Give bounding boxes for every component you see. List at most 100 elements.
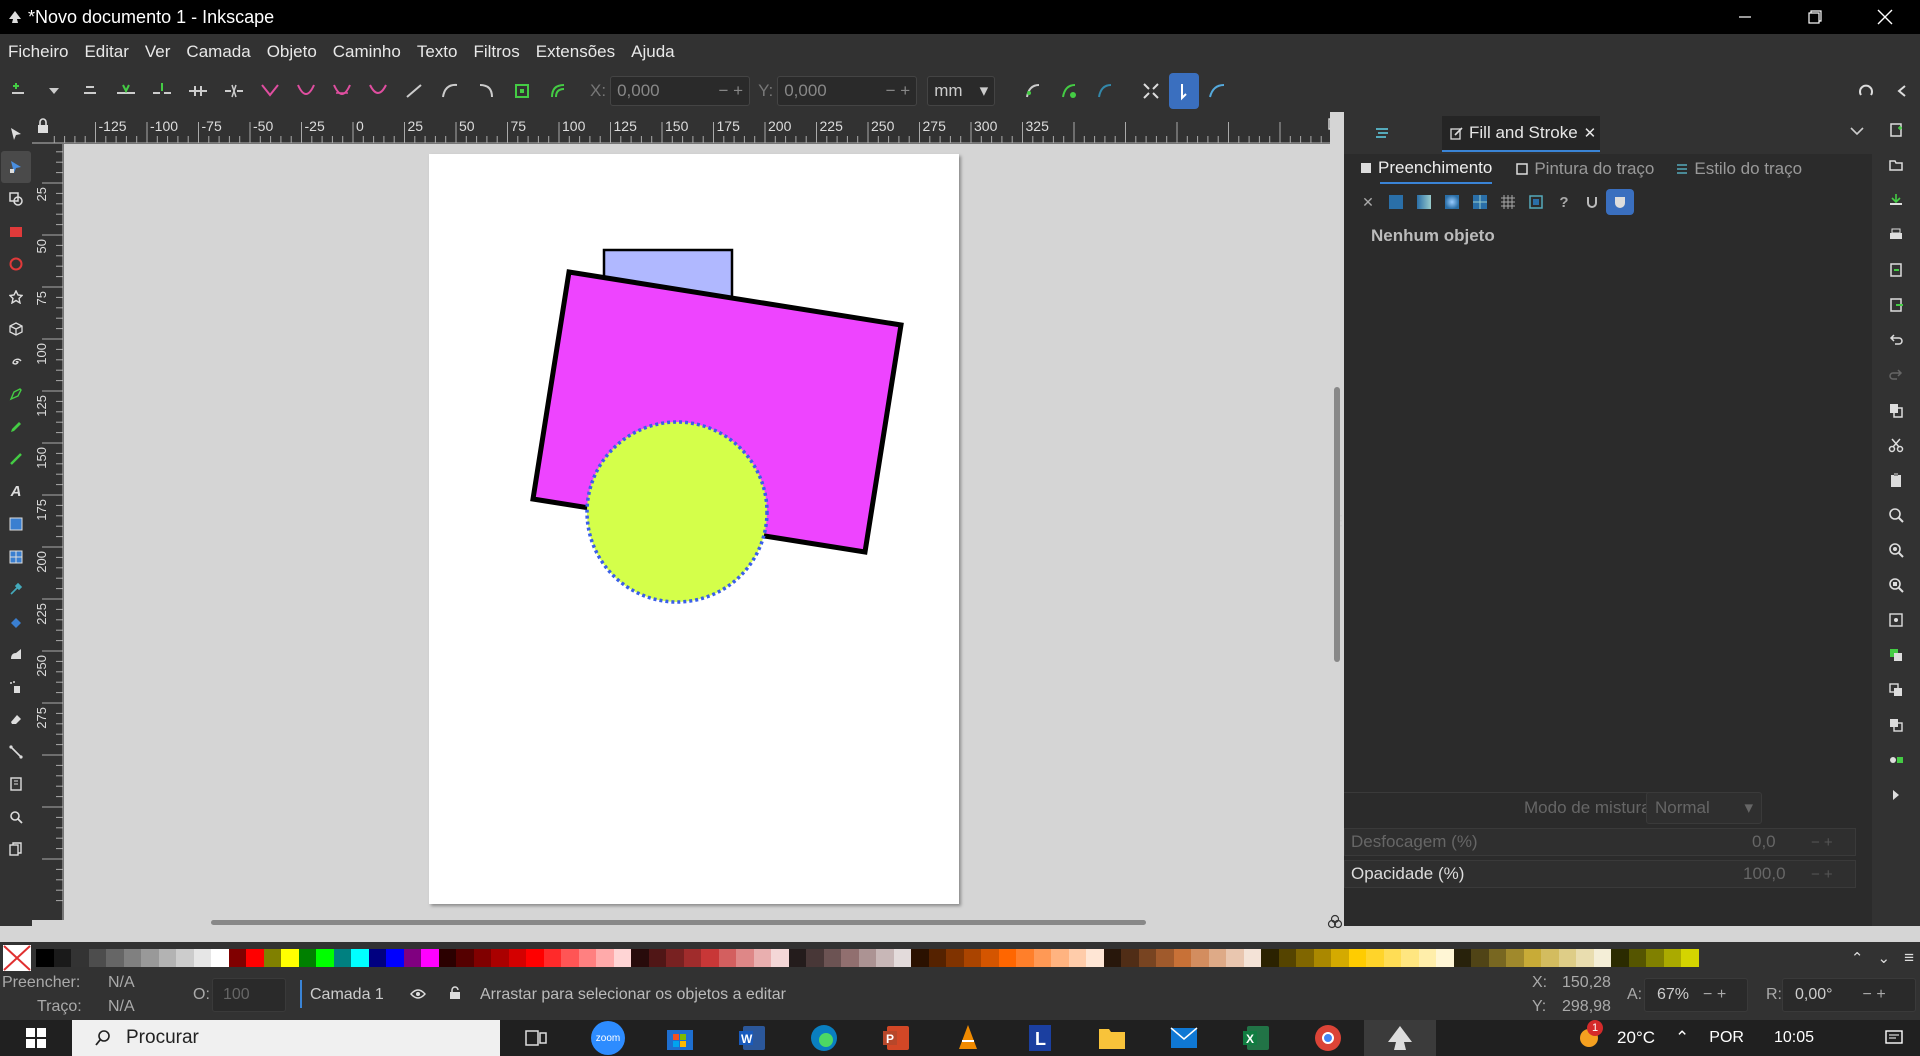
color-swatch[interactable] xyxy=(806,949,824,967)
print-icon[interactable] xyxy=(1876,217,1916,252)
show-path-outline-button[interactable] xyxy=(1169,73,1200,109)
dropper-tool-icon[interactable] xyxy=(1,573,31,606)
snap-toggle-button[interactable] xyxy=(1848,73,1884,109)
color-swatch[interactable] xyxy=(753,949,771,967)
windows-start-icon[interactable] xyxy=(0,1020,72,1056)
tab-fill[interactable]: Preenchimento xyxy=(1361,154,1493,184)
import-icon[interactable] xyxy=(1876,252,1916,287)
document-page[interactable] xyxy=(429,154,959,904)
color-swatch[interactable] xyxy=(1278,949,1296,967)
color-swatch[interactable] xyxy=(141,949,159,967)
zoom-app-icon[interactable]: zoom xyxy=(572,1020,644,1056)
color-swatch[interactable] xyxy=(1261,949,1279,967)
color-swatch[interactable] xyxy=(1103,949,1121,967)
color-swatch[interactable] xyxy=(578,949,596,967)
notifications-icon[interactable] xyxy=(1884,1029,1904,1047)
color-swatch[interactable] xyxy=(1436,949,1454,967)
color-swatch[interactable] xyxy=(263,949,281,967)
color-swatch[interactable] xyxy=(1576,949,1594,967)
mesh-tool-icon[interactable] xyxy=(1,541,31,574)
palette-scroll-up-icon[interactable]: ⌃ xyxy=(1851,949,1864,967)
path-handles-button[interactable] xyxy=(1199,73,1235,109)
stroke-to-path-button[interactable] xyxy=(504,73,540,109)
excel-icon[interactable]: X xyxy=(1220,1020,1292,1056)
connector-tool-icon[interactable] xyxy=(1,736,31,769)
color-manage-icon[interactable] xyxy=(1327,914,1343,930)
fill-rule-evenodd-icon[interactable] xyxy=(1578,189,1606,215)
spiral-tool-icon[interactable] xyxy=(1,346,31,379)
stroke-indicator-value[interactable]: N/A xyxy=(108,998,135,1016)
y-stepper[interactable]: − + xyxy=(886,81,911,101)
color-swatch[interactable] xyxy=(421,949,439,967)
menu-extensions[interactable]: Extensões xyxy=(536,42,615,62)
color-swatch[interactable] xyxy=(1663,949,1681,967)
color-swatch[interactable] xyxy=(1243,949,1261,967)
color-swatch[interactable] xyxy=(333,949,351,967)
rotate-input[interactable]: 0,00° − + xyxy=(1782,978,1916,1012)
group-icon[interactable] xyxy=(1876,742,1916,777)
no-paint-icon[interactable]: ✕ xyxy=(1354,189,1382,215)
layer-visibility-icon[interactable] xyxy=(410,988,426,1000)
tweak-tool-icon[interactable] xyxy=(1,638,31,671)
redo-icon[interactable] xyxy=(1876,357,1916,392)
save-icon[interactable] xyxy=(1876,182,1916,217)
canvas[interactable] xyxy=(64,144,1330,914)
color-swatch[interactable] xyxy=(456,949,474,967)
current-layer-label[interactable]: Camada 1 xyxy=(310,986,384,1004)
color-swatch[interactable] xyxy=(648,949,666,967)
spray-tool-icon[interactable] xyxy=(1,671,31,704)
color-swatch[interactable] xyxy=(1208,949,1226,967)
edge-icon[interactable] xyxy=(788,1020,860,1056)
pattern-icon[interactable] xyxy=(1494,189,1522,215)
palette-scroll-down-icon[interactable]: ⌄ xyxy=(1878,949,1891,967)
layer-lock-icon[interactable] xyxy=(449,986,461,1000)
color-swatch[interactable] xyxy=(228,949,246,967)
color-swatch[interactable] xyxy=(1558,949,1576,967)
pen-tool-icon[interactable] xyxy=(1,378,31,411)
color-swatch[interactable] xyxy=(491,949,509,967)
powerpoint-icon[interactable]: P xyxy=(860,1020,932,1056)
word-icon[interactable]: W xyxy=(716,1020,788,1056)
color-swatch[interactable] xyxy=(771,949,789,967)
ellipse-tool-icon[interactable] xyxy=(1,248,31,281)
color-swatch[interactable] xyxy=(158,949,176,967)
blend-mode-select[interactable]: Normal ▾ xyxy=(1646,792,1762,824)
tab-stroke-style[interactable]: Estilo do traço xyxy=(1676,154,1802,184)
color-swatch[interactable] xyxy=(841,949,859,967)
color-swatch[interactable] xyxy=(473,949,491,967)
close-window-button[interactable] xyxy=(1850,0,1920,34)
close-tab-icon[interactable]: ✕ xyxy=(1584,124,1597,142)
menu-help[interactable]: Ajuda xyxy=(631,42,674,62)
layers-objects-icon[interactable] xyxy=(1374,126,1390,140)
horizontal-scroll-thumb[interactable] xyxy=(211,920,1146,925)
color-swatch[interactable] xyxy=(298,949,316,967)
inkscape-taskbar-icon[interactable] xyxy=(1364,1020,1436,1056)
color-swatch[interactable] xyxy=(1506,949,1524,967)
delete-node-button[interactable] xyxy=(72,73,108,109)
color-swatch[interactable] xyxy=(1681,949,1699,967)
show-outline-button[interactable] xyxy=(1051,73,1087,109)
clock-time[interactable]: 10:05 xyxy=(1774,1029,1814,1047)
color-swatch[interactable] xyxy=(1068,949,1086,967)
mesh-gradient-icon[interactable] xyxy=(1466,189,1494,215)
linear-gradient-icon[interactable] xyxy=(1410,189,1438,215)
color-swatch[interactable] xyxy=(1033,949,1051,967)
delete-segment-button[interactable] xyxy=(216,73,252,109)
show-handles-button[interactable] xyxy=(1015,73,1051,109)
blur-field[interactable]: Desfocagem (%) 0,0 − + xyxy=(1344,828,1856,856)
menu-edit[interactable]: Editar xyxy=(84,42,128,62)
menu-text[interactable]: Texto xyxy=(417,42,458,62)
color-swatch[interactable] xyxy=(858,949,876,967)
color-swatch[interactable] xyxy=(1418,949,1436,967)
color-swatch[interactable] xyxy=(1138,949,1156,967)
file-explorer-icon[interactable] xyxy=(1076,1020,1148,1056)
color-swatch[interactable] xyxy=(876,949,894,967)
zoom-drawing-icon[interactable] xyxy=(1876,532,1916,567)
zoom-stepper[interactable]: − + xyxy=(1703,986,1726,1004)
color-swatch[interactable] xyxy=(1156,949,1174,967)
color-swatch[interactable] xyxy=(368,949,386,967)
color-swatch[interactable] xyxy=(1593,949,1611,967)
paste-icon[interactable] xyxy=(1876,462,1916,497)
rectangle-tool-icon[interactable] xyxy=(1,216,31,249)
color-swatch[interactable] xyxy=(281,949,299,967)
